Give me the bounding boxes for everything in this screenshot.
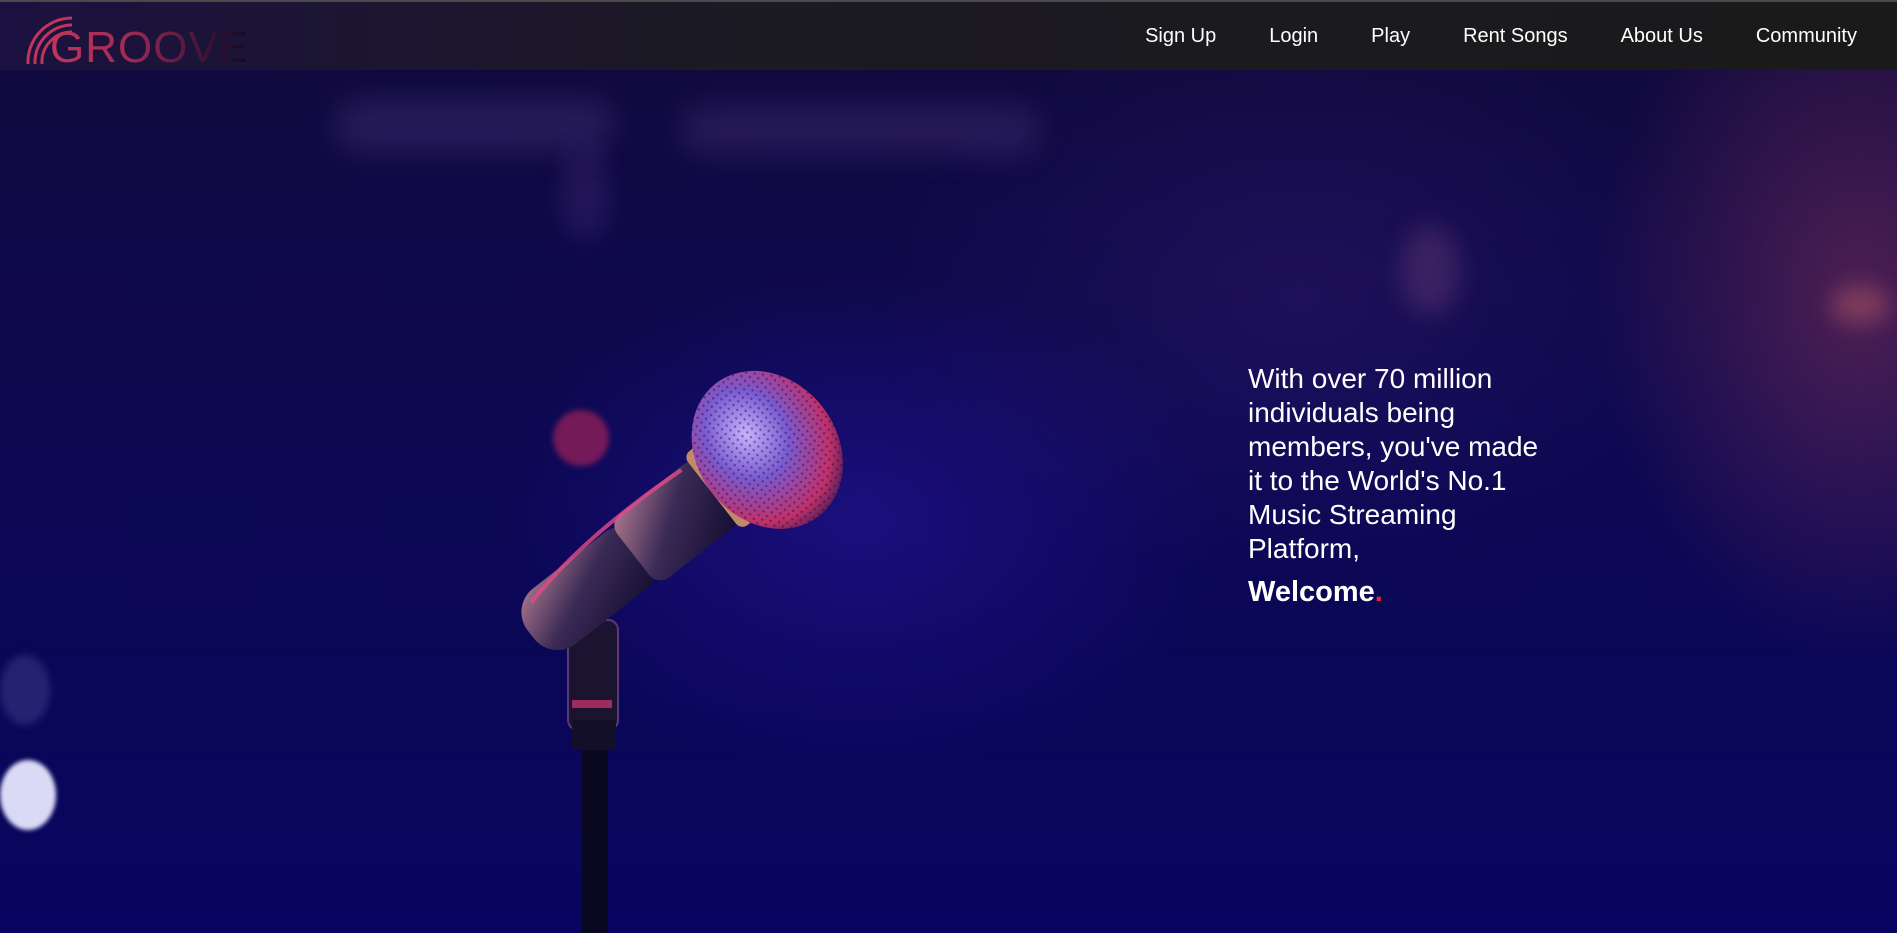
nav-about-us[interactable]: About Us: [1621, 25, 1703, 48]
nav-login[interactable]: Login: [1269, 25, 1318, 48]
top-navbar: GROOVE Sign Up Login Play Rent Songs Abo…: [0, 0, 1897, 70]
hero-text: With over 70 million individuals being m…: [1248, 362, 1548, 610]
nav-community[interactable]: Community: [1756, 25, 1857, 48]
bokeh-light: [0, 760, 56, 830]
mic-stand-accent: [572, 700, 612, 708]
groove-logo[interactable]: GROOVE: [18, 6, 248, 70]
nav-rent-songs[interactable]: Rent Songs: [1463, 25, 1568, 48]
bokeh-light: [1830, 285, 1890, 325]
bokeh-light: [560, 150, 610, 240]
microphone-image: [521, 370, 843, 933]
bokeh-light: [680, 105, 1040, 155]
welcome-dot: .: [1374, 576, 1383, 608]
welcome-heading: Welcome.: [1248, 574, 1548, 610]
bokeh-light: [0, 655, 50, 725]
bokeh-light: [1400, 225, 1460, 315]
logo-text: GROOVE: [50, 23, 250, 72]
landing-page: GROOVE Sign Up Login Play Rent Songs Abo…: [0, 0, 1897, 933]
bokeh-light: [335, 100, 615, 152]
hero-background: [0, 0, 1897, 933]
nav-play[interactable]: Play: [1371, 25, 1410, 48]
hero-paragraph: With over 70 million individuals being m…: [1248, 363, 1539, 564]
nav-links: Sign Up Login Play Rent Songs About Us C…: [1092, 2, 1857, 70]
welcome-text: Welcome: [1248, 576, 1375, 608]
nav-sign-up[interactable]: Sign Up: [1145, 25, 1216, 48]
mic-stand-joint: [572, 720, 616, 750]
